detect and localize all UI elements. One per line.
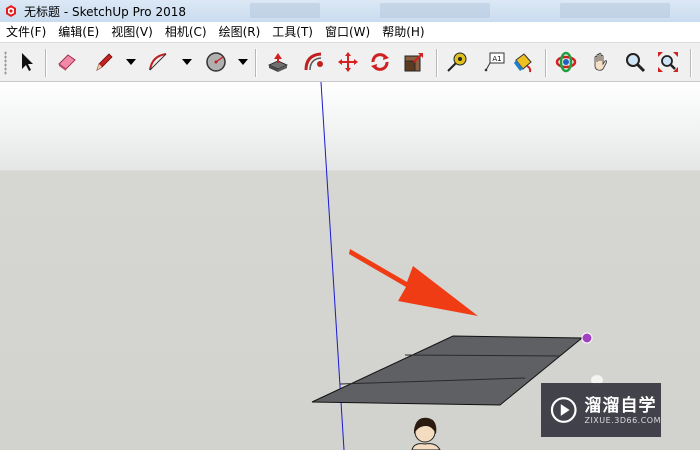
select-tool-button[interactable] [14,49,40,75]
toolbar-separator [545,49,547,77]
play-logo-icon [550,397,577,423]
zoom-icon [626,53,646,73]
endpoint-marker [581,332,593,344]
arc-dropdown-arrow[interactable] [182,59,192,65]
menu-window[interactable]: 窗口(W) [319,22,376,42]
pan-tool-button[interactable] [588,49,614,75]
menu-file[interactable]: 文件(F) [0,22,52,42]
menu-tools[interactable]: 工具(T) [266,22,319,42]
paint-bucket-icon [514,53,532,73]
menu-bar: 文件(F) 编辑(E) 视图(V) 相机(C) 绘图(R) 工具(T) 窗口(W… [0,22,700,43]
zoom-extents-tool-button[interactable] [655,49,681,75]
orbit-icon [555,51,577,73]
toolbar-separator [255,49,257,77]
follow-me-tool-button[interactable] [301,49,327,75]
push-pull-icon [268,53,288,72]
tape-measure-icon [447,52,467,72]
scale-icon [404,53,423,72]
watermark-url: ZIXUE.3D66.COM [584,415,661,425]
watermark-badge: 溜溜自学 ZIXUE.3D66.COM [541,383,661,437]
push-pull-tool-button[interactable] [265,49,291,75]
window-title: 无标题 - SketchUp Pro 2018 [24,4,186,19]
tape-measure-tool-button[interactable] [444,49,470,75]
rotate-icon [371,53,389,71]
scale-tool-button[interactable] [401,49,427,75]
blurred-area [380,3,490,18]
arc-tool-button[interactable] [145,49,171,75]
menu-help[interactable]: 帮助(H) [376,22,430,42]
pan-hand-icon [594,52,608,71]
orbit-tool-button[interactable] [553,49,579,75]
sketchup-logo-icon [6,5,16,17]
text-label-icon: A1 [484,52,505,72]
blurred-area [560,3,670,18]
line-dropdown-arrow[interactable] [126,59,136,65]
eraser-tool-button[interactable] [54,49,80,75]
toolbar-grip[interactable] [4,51,7,75]
scale-figure [411,417,441,450]
paint-bucket-tool-button[interactable] [510,49,536,75]
title-bar: 无标题 - SketchUp Pro 2018 [0,0,700,22]
menu-camera[interactable]: 相机(C) [159,22,213,42]
toolbar-separator [436,49,438,77]
circle-icon [206,52,226,72]
toolbar-separator [45,49,47,77]
circle-tool-button[interactable] [203,49,229,75]
watermark-name: 溜溜自学 [584,395,657,416]
move-tool-button[interactable] [335,49,361,75]
menu-draw[interactable]: 绘图(R) [213,22,267,42]
follow-me-icon [304,52,323,71]
toolbar: A1 [0,43,700,82]
annotation-arrow-icon [349,249,478,316]
pencil-line-icon [96,53,113,71]
blurred-area [250,3,320,18]
menu-edit[interactable]: 编辑(E) [52,22,105,42]
move-icon [338,52,358,72]
menu-view[interactable]: 视图(V) [105,22,159,42]
arc-icon [149,53,167,71]
eraser-icon [58,54,76,71]
select-arrow-icon [22,53,33,71]
line-tool-button[interactable] [91,49,117,75]
rotate-tool-button[interactable] [367,49,393,75]
zoom-tool-button[interactable] [622,49,648,75]
circle-dropdown-arrow[interactable] [238,59,248,65]
zoom-extents-icon [658,52,678,72]
toolbar-separator [690,49,692,77]
text-tool-button[interactable]: A1 [481,49,507,75]
text-tool-label: A1 [492,55,501,63]
